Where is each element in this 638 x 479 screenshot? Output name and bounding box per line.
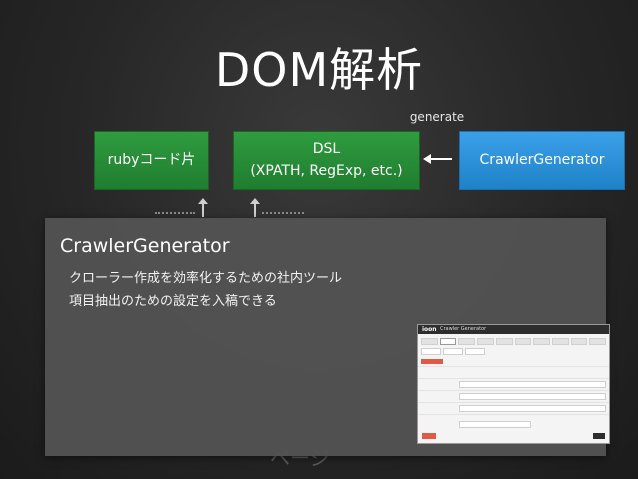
- thumb-header: ioon Crawler Generator: [418, 325, 609, 334]
- thumb-tab: [421, 338, 438, 345]
- thumb-badge: [421, 359, 443, 364]
- thumb-subtabs: [418, 347, 609, 356]
- thumb-tab: [570, 338, 588, 345]
- thumb-subtab: [443, 348, 463, 355]
- popup-title: CrawlerGenerator: [60, 235, 230, 257]
- ruby-code-label: rubyコード片: [107, 151, 196, 168]
- slide-title: DOM解析: [214, 43, 424, 97]
- generate-label: generate: [409, 110, 465, 124]
- thumb-row: [418, 402, 609, 414]
- thumb-row-field: [459, 421, 531, 428]
- thumb-row-field: [459, 405, 606, 412]
- crawler-generator-box: CrawlerGenerator: [459, 131, 625, 190]
- thumb-row: [418, 378, 609, 390]
- thumb-subtab: [421, 348, 441, 355]
- thumb-footer: [418, 433, 609, 440]
- generate-arrow-head-icon: [423, 154, 431, 164]
- up-arrow-icon: [198, 198, 208, 217]
- up-arrow-icon: [250, 198, 260, 217]
- thumb-app-title: Crawler Generator: [440, 326, 487, 332]
- thumb-tab: [477, 338, 494, 345]
- dsl-box: DSL (XPATH, RegExp, etc.): [233, 131, 420, 190]
- generate-arrow-line: [428, 158, 452, 160]
- thumb-row: [418, 366, 609, 378]
- thumb-row: [418, 390, 609, 402]
- thumb-logo: ioon: [422, 326, 437, 333]
- crawler-generator-label: CrawlerGenerator: [479, 151, 605, 168]
- thumb-row-field: [459, 393, 606, 400]
- thumb-row-field: [459, 381, 606, 388]
- popup-line-2: 項目抽出のための設定を入稿できる: [69, 294, 277, 309]
- thumb-tab: [551, 338, 569, 345]
- thumb-row-field: [459, 369, 606, 376]
- thumb-save-button: [593, 433, 605, 439]
- dsl-label-line2: (XPATH, RegExp, etc.): [250, 162, 403, 179]
- thumb-subtab: [465, 348, 485, 355]
- thumb-tab: [533, 338, 550, 345]
- dsl-label-line1: DSL: [312, 140, 341, 157]
- thumb-tab: [514, 338, 532, 345]
- thumb-tab: [495, 338, 513, 345]
- thumb-tab: [439, 338, 457, 345]
- thumb-delete-button: [422, 433, 436, 439]
- thumb-row: [418, 414, 609, 430]
- app-screenshot-thumbnail: ioon Crawler Generator: [417, 324, 610, 444]
- ruby-code-box: rubyコード片: [94, 131, 209, 190]
- thumb-tab: [589, 338, 607, 345]
- thumb-tab: [458, 338, 476, 345]
- thumb-tabs: [418, 334, 609, 347]
- popup-line-1: クローラー作成を効率化するための社内ツール: [69, 271, 343, 286]
